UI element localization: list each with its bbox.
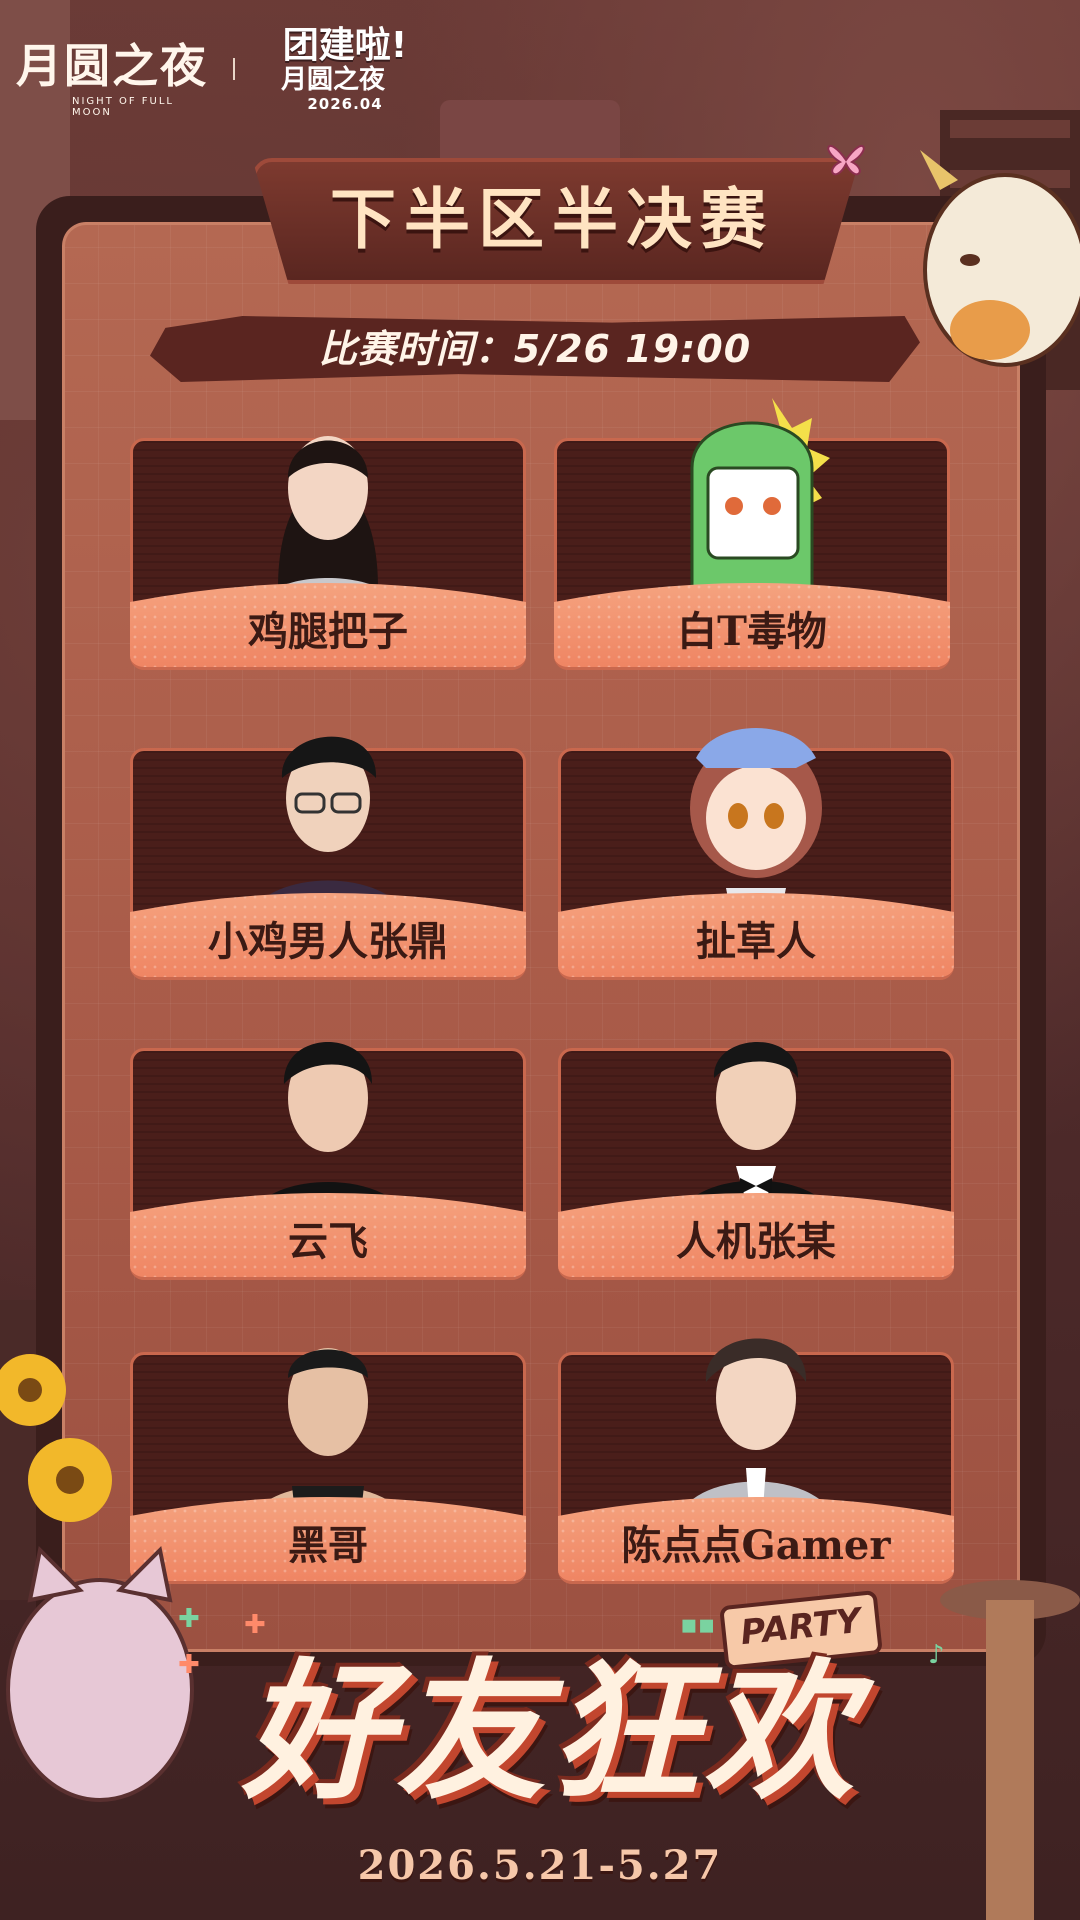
player-name: 小鸡男人张鼎	[208, 918, 448, 965]
music-note-icon: ♪	[928, 1640, 945, 1670]
green-dinosaur-mascot-avatar	[690, 398, 830, 590]
player-name: 扯草人	[696, 918, 816, 965]
player-name: 人机张某	[676, 1218, 836, 1265]
man-bowtie-avatar	[676, 1041, 836, 1218]
butterfly-icon	[827, 145, 865, 176]
player-card[interactable]: 人机张某	[558, 1041, 954, 1280]
sparkle-icon: ✚	[178, 1604, 200, 1634]
man-black-tshirt-avatar	[248, 1042, 408, 1218]
match-time: 比赛时间：5/26 19:00	[318, 327, 752, 371]
sparkle-icon: ▪▪	[680, 1610, 716, 1640]
cat-mascot	[6, 1545, 194, 1802]
player-card[interactable]: 陈点点Gamer	[558, 1338, 954, 1584]
anime-girl-avatar	[690, 728, 822, 918]
cat-tower-decoration	[940, 1580, 1080, 1920]
event-banner-title: 好友狂欢	[241, 1646, 858, 1820]
man-tank-top-avatar	[248, 1348, 408, 1522]
event-date-range: 2026.5.21-5.27	[357, 1842, 723, 1889]
player-name: 鸡腿把子	[248, 608, 408, 655]
player-card[interactable]: 鸡腿把子	[130, 436, 526, 670]
sparkle-icon: ✚	[244, 1610, 266, 1640]
man-grey-suit-avatar	[676, 1338, 836, 1522]
event-logo: 团建啦! 月圆之夜 2026.04	[280, 25, 408, 114]
player-card[interactable]: 小鸡男人张鼎	[130, 736, 526, 980]
player-name: 云飞	[288, 1218, 368, 1265]
logo-divider	[233, 58, 235, 80]
player-name: 白T毒物	[677, 608, 827, 655]
page-title: 下半区半决赛	[330, 181, 774, 258]
chick-mascot	[920, 150, 1080, 367]
player-card[interactable]: 扯草人	[558, 728, 954, 980]
player-name: 陈点点Gamer	[621, 1522, 891, 1569]
woman-long-hair-avatar	[258, 436, 398, 608]
player-card[interactable]: 白T毒物	[554, 398, 950, 670]
game-logo: 月圆之夜 NIGHT OF FULL MOON	[16, 39, 208, 118]
player-card[interactable]: 云飞	[130, 1042, 526, 1280]
man-glasses-avatar	[248, 736, 408, 918]
